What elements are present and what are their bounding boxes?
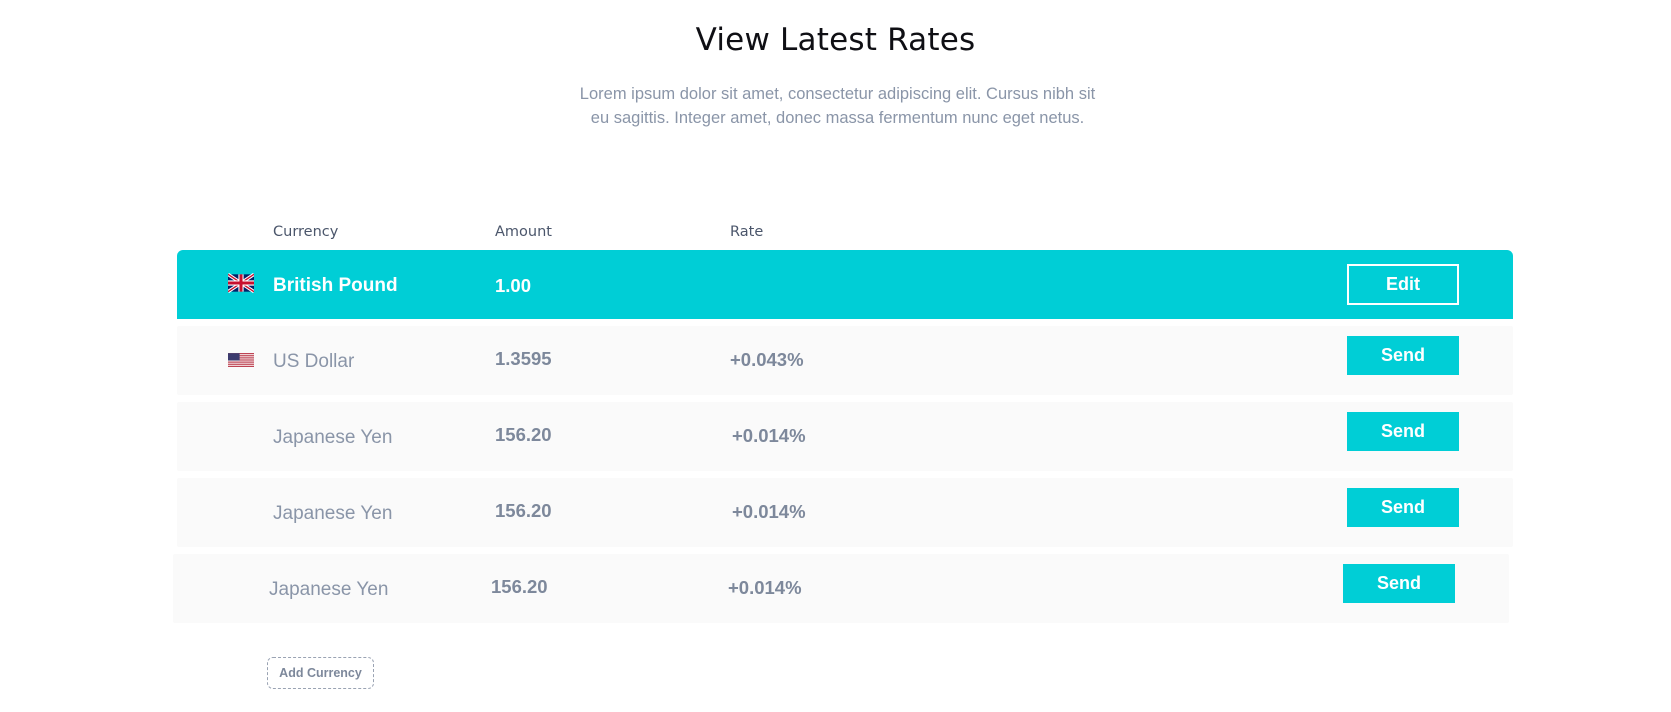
send-button[interactable]: Send: [1343, 564, 1455, 603]
edit-button[interactable]: Edit: [1347, 264, 1459, 305]
currency-rate: +0.014%: [732, 501, 806, 522]
currency-rate: +0.014%: [728, 577, 802, 598]
send-button[interactable]: Send: [1347, 412, 1459, 451]
subtitle-line: Lorem ipsum dolor sit amet, consectetur …: [579, 85, 1096, 103]
currency-amount: 156.20: [495, 500, 552, 521]
column-header-rate: Rate: [730, 224, 764, 240]
send-button[interactable]: Send: [1347, 488, 1459, 527]
currency-name: US Dollar: [273, 351, 355, 372]
column-header-currency: Currency: [273, 224, 339, 240]
currency-amount: 1.3595: [495, 348, 552, 369]
table-row[interactable]: Japanese Yen 156.20 +0.014% Send: [177, 402, 1513, 471]
currency-rate: +0.043%: [730, 349, 804, 370]
currency-rate: +0.014%: [732, 425, 806, 446]
uk-flag-icon: [228, 273, 254, 293]
currency-name: British Pound: [273, 275, 398, 296]
currency-name: Japanese Yen: [269, 579, 389, 600]
table-row[interactable]: British Pound 1.00 Edit: [177, 250, 1513, 319]
currency-name: Japanese Yen: [273, 503, 393, 524]
us-flag-icon: [228, 353, 254, 367]
table-row[interactable]: Japanese Yen 156.20 +0.014% Send: [177, 478, 1513, 547]
currency-amount: 1.00: [495, 275, 532, 296]
column-header-amount: Amount: [495, 224, 552, 240]
send-button[interactable]: Send: [1347, 336, 1459, 375]
table-row[interactable]: Japanese Yen 156.20 +0.014% Send: [173, 554, 1509, 623]
subtitle-line: eu sagittis. Integer amet, donec massa f…: [590, 109, 1085, 127]
page-title: View Latest Rates: [695, 22, 976, 58]
currency-amount: 156.20: [495, 424, 552, 445]
table-row[interactable]: US Dollar 1.3595 +0.043% Send: [177, 326, 1513, 395]
currency-amount: 156.20: [491, 576, 548, 597]
add-currency-button[interactable]: Add Currency: [267, 657, 374, 689]
page-subtitle: Lorem ipsum dolor sit amet, consectetur …: [565, 82, 1110, 130]
currency-name: Japanese Yen: [273, 427, 393, 448]
